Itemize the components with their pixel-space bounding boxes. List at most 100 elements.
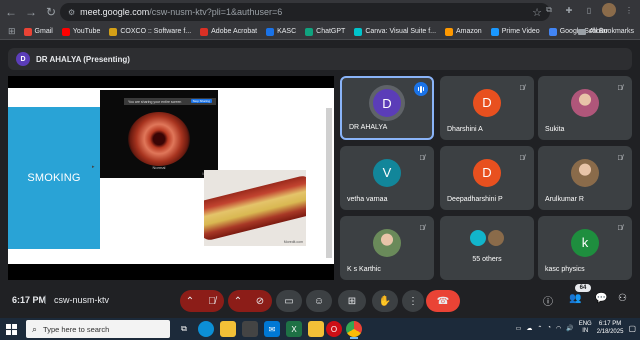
weather-icon[interactable]: ☁: [526, 325, 532, 332]
store-icon[interactable]: [242, 321, 258, 337]
network-icon[interactable]: ◔: [547, 325, 551, 331]
more-options-button[interactable]: ⋮: [402, 290, 424, 312]
volume-icon[interactable]: 🔊: [566, 325, 573, 332]
site-info-icon[interactable]: ⚙: [68, 8, 75, 17]
chat-icon[interactable]: 💬: [595, 293, 607, 304]
taskbar-clock[interactable]: 6:17 PM 2/18/2025: [597, 320, 624, 336]
bookmark-favicon-icon: [548, 27, 557, 36]
slide-scrollbar[interactable]: [326, 108, 332, 258]
bookmark-item[interactable]: Prime Video: [490, 27, 540, 36]
edge-icon[interactable]: [198, 321, 214, 337]
bookmark-item[interactable]: Amazon: [445, 27, 482, 36]
emoji-icon: ☺: [313, 295, 325, 307]
lang-top: ENG: [578, 321, 592, 327]
participant-tile[interactable]: k 🎙̸ kasc physics: [538, 216, 632, 280]
participant-tile[interactable]: V 🎙̸ vetha varnaa: [340, 146, 434, 210]
tray-app-icon[interactable]: ▭: [516, 325, 522, 332]
presentation-stage[interactable]: SMOKING ▸ You are sharing your entire sc…: [8, 76, 334, 280]
stop-sharing-button[interactable]: Stop Sharing: [190, 99, 212, 103]
back-icon[interactable]: ←: [2, 3, 20, 21]
participant-grid: D DR AHALYA D 🎙̸ Dharshini A 🎙̸ Sukita V 🎙̸ vetha…: [340, 76, 634, 282]
mic-off-icon: 🎙̸: [617, 84, 623, 92]
system-tray: ▭ ☁ ⌃ ◔ ◠ 🔊 ENG IN 6:17 PM 2/18/2025 ▢: [516, 320, 636, 336]
cursor-icon: ▸: [92, 164, 95, 170]
bookmark-favicon-icon: [305, 27, 314, 36]
video-options-button[interactable]: ⌃: [228, 290, 248, 312]
bookmark-item[interactable]: COXCO :: Software f...: [109, 27, 191, 36]
participant-tile[interactable]: 🎙̸ K s Karthic: [340, 216, 434, 280]
participant-name: Sukita: [545, 126, 565, 133]
lang-bottom: IN: [582, 328, 589, 334]
taskbar-search[interactable]: ⌕ Type here to search: [26, 320, 170, 338]
wifi-icon[interactable]: ◠: [556, 325, 561, 332]
notifications-icon[interactable]: ▢: [628, 324, 636, 333]
task-view-icon[interactable]: ⧉: [176, 321, 192, 337]
speaking-indicator-icon: [414, 82, 428, 96]
others-tile[interactable]: 55 others: [440, 216, 534, 280]
participant-avatar: V: [373, 158, 401, 187]
profile-avatar[interactable]: [602, 3, 616, 17]
forward-icon[interactable]: →: [22, 3, 40, 21]
participant-tile[interactable]: 🎙̸ Sukita: [538, 76, 632, 140]
present-button[interactable]: ⊞: [338, 290, 366, 312]
meeting-info-icon[interactable]: ⓘ: [543, 293, 553, 308]
bookmark-item[interactable]: Canva: Visual Suite f...: [354, 27, 436, 36]
sidepanel-icon[interactable]: ▯: [582, 3, 596, 17]
browser-toolbar: ← → ↻ ⚙ meet.google.com/csw-nusm-ktv?pli…: [0, 0, 640, 24]
file-explorer-icon[interactable]: [220, 321, 236, 337]
files-icon[interactable]: [308, 321, 324, 337]
mic-off-icon: 🎙̸: [419, 154, 425, 162]
reload-icon[interactable]: ↻: [42, 3, 60, 21]
captions-button[interactable]: ▭: [276, 290, 302, 312]
chevron-up-icon[interactable]: ⌃: [537, 325, 542, 332]
leave-call-button[interactable]: ☎: [426, 290, 460, 312]
bookmarks-bar: ⊞ Gmail YouTube COXCO :: Software f... Adob…: [0, 24, 640, 40]
airway-illustration: [128, 112, 190, 166]
hand-icon: ✋: [378, 295, 392, 307]
raise-hand-button[interactable]: ✋: [372, 290, 398, 312]
separator: |: [44, 294, 47, 304]
all-bookmarks[interactable]: All Bookmarks: [578, 28, 634, 35]
people-icon[interactable]: 👥: [569, 293, 581, 304]
windows-start-icon[interactable]: [0, 318, 22, 340]
participant-tile[interactable]: D 🎙̸ Deepadharshini P: [440, 146, 534, 210]
participant-tile[interactable]: D 🎙̸ Dharshini A: [440, 76, 534, 140]
address-bar[interactable]: ⚙ meet.google.com/csw-nusm-ktv?pli=1&aut…: [60, 3, 550, 21]
windows-taskbar: ⌕ Type here to search ⧉ ✉ X O ▭ ☁ ⌃ ◔ ◠ …: [0, 318, 640, 340]
bookmark-favicon-icon: [266, 27, 275, 36]
participant-tile[interactable]: D DR AHALYA: [340, 76, 434, 140]
apps-grid-icon[interactable]: ⊞: [8, 26, 16, 37]
bookmark-favicon-icon: [354, 27, 363, 36]
artery-image: Moredit.com: [204, 170, 306, 246]
activities-icon[interactable]: ⚇: [618, 293, 627, 304]
mic-toggle-button[interactable]: 🎙̸: [200, 290, 224, 312]
url-host: meet.google.com: [80, 7, 150, 17]
participant-photo: [571, 158, 599, 187]
bookmark-favicon-icon: [490, 27, 499, 36]
captions-icon: ▭: [284, 295, 294, 307]
bookmark-item[interactable]: ChatGPT: [305, 27, 345, 36]
meeting-time: 6:17 PM: [12, 295, 47, 305]
participant-name: K s Karthic: [347, 266, 381, 273]
reactions-button[interactable]: ☺: [306, 290, 332, 312]
opera-icon[interactable]: O: [326, 321, 342, 337]
bookmark-item[interactable]: Gmail: [23, 27, 53, 36]
mail-icon[interactable]: ✉: [264, 321, 280, 337]
participant-tile[interactable]: 🎙̸ Arulkumar R: [538, 146, 632, 210]
url-path: /csw-nusm-ktv?pli=1&authuser=6: [149, 7, 283, 17]
participant-avatar: D: [473, 88, 501, 117]
puzzle-icon[interactable]: ✚: [562, 3, 576, 17]
bookmark-item[interactable]: Adobe Acrobat: [200, 27, 257, 36]
menu-icon[interactable]: ⋮: [622, 3, 636, 17]
bookmark-star-icon[interactable]: ☆: [532, 6, 542, 19]
bookmark-item[interactable]: YouTube: [61, 27, 100, 36]
audio-options-button[interactable]: ⌃: [180, 290, 200, 312]
camera-off-icon: ⊘: [255, 295, 265, 307]
extensions-icon[interactable]: ⧉: [542, 3, 556, 17]
excel-icon[interactable]: X: [286, 321, 302, 337]
participant-count-badge: 64: [575, 284, 591, 292]
language-indicator[interactable]: ENG IN: [579, 321, 592, 335]
camera-toggle-button[interactable]: ⊘: [248, 290, 272, 312]
chrome-icon[interactable]: [346, 321, 362, 339]
bookmark-item[interactable]: KASC: [266, 27, 296, 36]
